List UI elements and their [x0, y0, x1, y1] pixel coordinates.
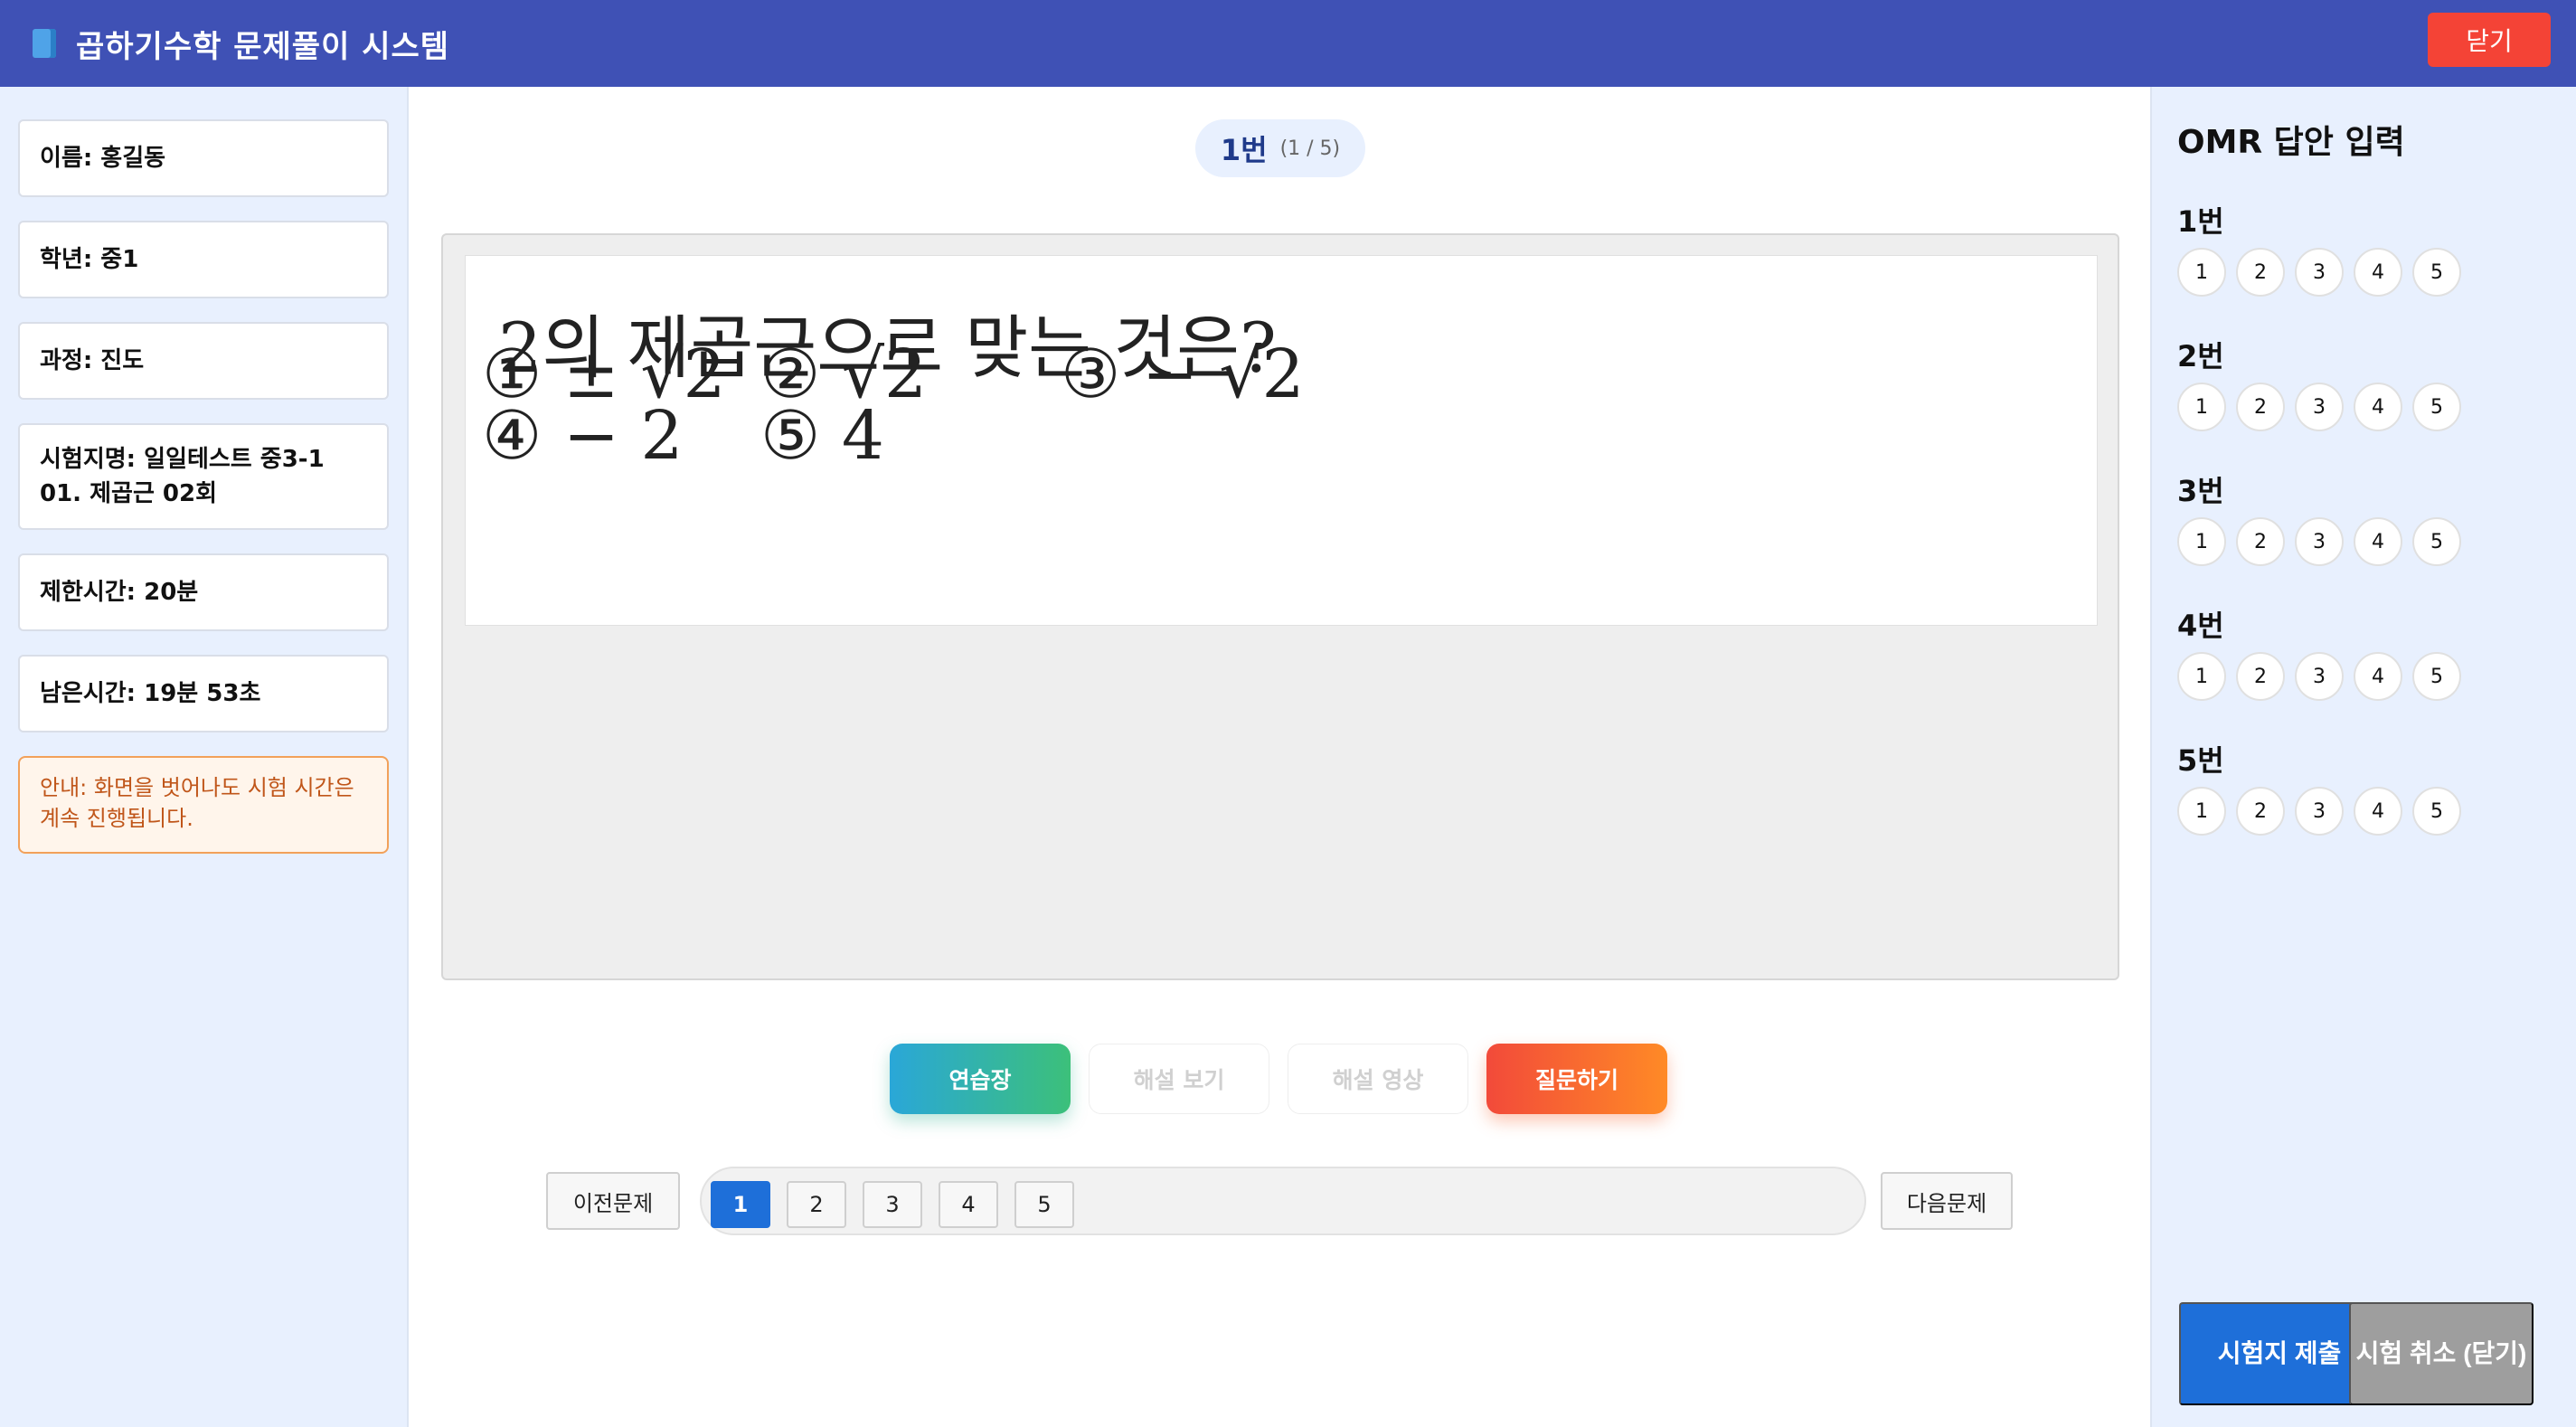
omr-bubble[interactable]: 4 [2354, 383, 2402, 431]
app-title: 곱하기수학 문제풀이 시스템 [76, 28, 450, 65]
prev-question-button[interactable]: 이전문제 [546, 1172, 680, 1230]
omr-bubble-row: 1 2 3 4 5 [2177, 383, 2461, 431]
cancel-exam-button[interactable]: 시험 취소 (닫기) [2349, 1302, 2534, 1405]
omr-bubble[interactable]: 4 [2354, 787, 2402, 836]
option-value: 4 [841, 397, 884, 475]
question-number-badge: 1번 (1 / 5) [1195, 119, 1365, 177]
omr-question-4: 4번 1 2 3 4 5 [2177, 603, 2461, 701]
question-area: 2의 제곱근으로 맞는 것은? ① ± √2 ② √2 ③ − √2 ④ − 2… [441, 233, 2119, 980]
student-info-sidebar: 이름: 홍길동 학년: 중1 과정: 진도 시험지명: 일일테스트 중3-1 0… [0, 87, 409, 1427]
omr-bubble-row: 1 2 3 4 5 [2177, 517, 2461, 566]
page-button-5[interactable]: 5 [1014, 1181, 1074, 1228]
option-5: ⑤ 4 [760, 397, 884, 475]
view-solution-button[interactable]: 해설 보기 [1089, 1044, 1269, 1114]
omr-bubble[interactable]: 1 [2177, 517, 2226, 566]
omr-question-label: 1번 [2177, 204, 2224, 239]
app-header: 곱하기수학 문제풀이 시스템 닫기 [0, 0, 2576, 87]
omr-title: OMR 답안 입력 [2177, 124, 2405, 161]
option-value: − 2 [562, 397, 684, 475]
omr-question-label: 5번 [2177, 743, 2224, 778]
omr-bubble-row: 1 2 3 4 5 [2177, 652, 2461, 701]
page-number-track: 1 2 3 4 5 [700, 1167, 1866, 1235]
page-button-1[interactable]: 1 [711, 1181, 770, 1228]
page-button-2[interactable]: 2 [787, 1181, 846, 1228]
omr-panel: OMR 답안 입력 1번 1 2 3 4 5 2번 1 2 3 4 5 3번 1… [2150, 87, 2576, 1427]
omr-bubble[interactable]: 1 [2177, 787, 2226, 836]
omr-bubble[interactable]: 2 [2236, 652, 2285, 701]
omr-bubble[interactable]: 2 [2236, 248, 2285, 297]
student-grade: 학년: 중1 [18, 221, 389, 298]
omr-question-label: 4번 [2177, 609, 2224, 643]
question-pager: 이전문제 1 2 3 4 5 다음문제 [546, 1165, 2013, 1235]
omr-bubble[interactable]: 5 [2412, 383, 2461, 431]
page-button-4[interactable]: 4 [939, 1181, 998, 1228]
time-limit: 제한시간: 20분 [18, 553, 389, 631]
omr-bubble[interactable]: 4 [2354, 517, 2402, 566]
option-value: − √2 [1141, 335, 1305, 413]
solution-video-button[interactable]: 해설 영상 [1288, 1044, 1468, 1114]
action-buttons: 연습장 해설 보기 해설 영상 질문하기 [890, 1044, 1667, 1114]
omr-bubble[interactable]: 5 [2412, 652, 2461, 701]
omr-bubble-row: 1 2 3 4 5 [2177, 787, 2461, 836]
omr-question-5: 5번 1 2 3 4 5 [2177, 738, 2461, 836]
omr-bubble[interactable]: 1 [2177, 652, 2226, 701]
omr-bubble[interactable]: 3 [2295, 652, 2344, 701]
ask-question-button[interactable]: 질문하기 [1486, 1044, 1667, 1114]
omr-bubble[interactable]: 2 [2236, 383, 2285, 431]
option-4: ④ − 2 [482, 397, 683, 475]
student-name: 이름: 홍길동 [18, 119, 389, 197]
page-button-3[interactable]: 3 [863, 1181, 922, 1228]
omr-question-3: 3번 1 2 3 4 5 [2177, 468, 2461, 566]
omr-bubble[interactable]: 3 [2295, 248, 2344, 297]
omr-bubble[interactable]: 4 [2354, 652, 2402, 701]
omr-bubble[interactable]: 5 [2412, 787, 2461, 836]
question-progress: (1 / 5) [1279, 137, 1341, 160]
option-3: ③ − √2 [1061, 335, 1305, 413]
omr-question-label: 2번 [2177, 339, 2224, 373]
omr-bubble[interactable]: 2 [2236, 517, 2285, 566]
option-marker: ⑤ [760, 397, 821, 475]
option-marker: ③ [1061, 335, 1121, 413]
practice-button[interactable]: 연습장 [890, 1044, 1071, 1114]
question-image: 2의 제곱근으로 맞는 것은? ① ± √2 ② √2 ③ − √2 ④ − 2… [465, 255, 2098, 626]
omr-bubble[interactable]: 5 [2412, 248, 2461, 297]
omr-bubble[interactable]: 4 [2354, 248, 2402, 297]
omr-question-label: 3번 [2177, 474, 2224, 508]
next-question-button[interactable]: 다음문제 [1881, 1172, 2013, 1230]
question-number: 1번 [1220, 133, 1268, 167]
omr-bubble[interactable]: 3 [2295, 517, 2344, 566]
omr-question-2: 2번 1 2 3 4 5 [2177, 334, 2461, 431]
book-icon [33, 29, 56, 58]
question-main: 1번 (1 / 5) 2의 제곱근으로 맞는 것은? ① ± √2 ② √2 ③… [410, 87, 2150, 1427]
omr-bubble-row: 1 2 3 4 5 [2177, 248, 2461, 297]
notice-message: 안내: 화면을 벗어나도 시험 시간은 계속 진행됩니다. [18, 756, 389, 854]
omr-bubble[interactable]: 5 [2412, 517, 2461, 566]
omr-bubble[interactable]: 3 [2295, 787, 2344, 836]
omr-bubble[interactable]: 1 [2177, 248, 2226, 297]
omr-question-1: 1번 1 2 3 4 5 [2177, 199, 2461, 297]
option-marker: ④ [482, 397, 543, 475]
exam-name: 시험지명: 일일테스트 중3-1 01. 제곱근 02회 [18, 423, 389, 530]
omr-bubble[interactable]: 2 [2236, 787, 2285, 836]
omr-bubble[interactable]: 3 [2295, 383, 2344, 431]
time-remaining: 남은시간: 19분 53초 [18, 655, 389, 732]
close-button[interactable]: 닫기 [2428, 13, 2551, 67]
course-info: 과정: 진도 [18, 322, 389, 400]
omr-bubble[interactable]: 1 [2177, 383, 2226, 431]
